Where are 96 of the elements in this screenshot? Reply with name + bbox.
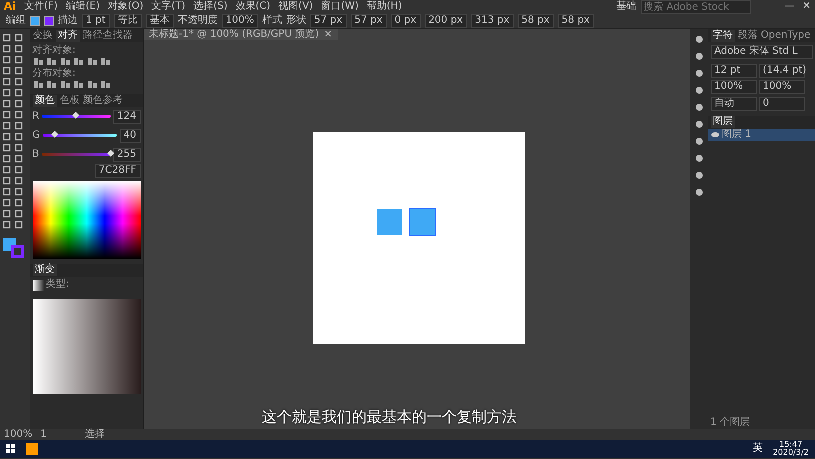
document-title: 未标题-1* @ 100% (RGB/GPU 预览) — [149, 28, 320, 40]
color-swatch[interactable] — [30, 16, 40, 26]
page-field[interactable]: 1 — [40, 428, 47, 440]
value-field[interactable]: 基本 — [146, 14, 174, 28]
panel-tab[interactable]: 段落 — [738, 30, 758, 42]
value-field[interactable]: 0 — [759, 96, 805, 110]
menu-item[interactable]: 窗口(W) — [317, 1, 363, 13]
panel-tab[interactable]: 色板 — [60, 94, 80, 106]
align-icon[interactable] — [73, 80, 84, 89]
control-label: 描边 — [58, 15, 78, 27]
align-icon[interactable] — [32, 80, 44, 89]
panel-tab[interactable]: 变换 — [33, 30, 53, 42]
menu-item[interactable]: 帮助(H) — [362, 1, 406, 13]
align-icon[interactable] — [46, 56, 57, 66]
value-field[interactable]: (14.4 pt) — [759, 64, 805, 78]
align-icon[interactable] — [60, 80, 70, 89]
menu-item[interactable]: 选择(S) — [190, 1, 232, 13]
clock[interactable]: 15:47 2020/3/2 — [773, 441, 809, 457]
align-icon[interactable] — [60, 56, 70, 66]
value-field[interactable]: 100% — [710, 80, 756, 94]
panel-tab[interactable]: 路径查找器 — [83, 30, 133, 42]
control-label: 编组 — [6, 15, 26, 27]
minimize-button[interactable]: — — [780, 1, 799, 13]
layer-name: 图层 1 — [722, 128, 752, 140]
channel-label: R — [32, 110, 40, 122]
value-field[interactable]: 12 pt — [710, 64, 756, 78]
channel-label: B — [32, 148, 40, 160]
font-field[interactable]: Adobe 宋体 Std L — [710, 44, 812, 58]
value-field[interactable]: 58 px — [518, 14, 554, 28]
panel-tab[interactable]: 对齐 — [56, 30, 80, 42]
panel-tab[interactable]: 颜色参考 — [83, 94, 123, 106]
value-field[interactable]: 100% — [222, 14, 258, 28]
value-field[interactable]: 124 — [113, 110, 140, 124]
type-label: 类型: — [46, 279, 70, 291]
slider-track[interactable] — [42, 115, 111, 118]
value-field[interactable]: 200 px — [424, 14, 468, 28]
clock-date: 2020/3/2 — [773, 449, 809, 457]
search-field[interactable]: 搜索 Adobe Stock — [640, 0, 751, 14]
section-label: 分布对象: — [32, 68, 77, 80]
value-field[interactable]: 0 px — [390, 14, 421, 28]
menu-item[interactable]: 效果(C) — [232, 1, 275, 13]
align-icon[interactable] — [86, 80, 98, 89]
windows-icon[interactable] — [6, 444, 16, 454]
panel-tab[interactable]: 图层 — [711, 116, 735, 128]
control-label: 样式 — [262, 15, 282, 27]
close-icon[interactable]: × — [324, 28, 332, 40]
align-icon[interactable] — [86, 56, 98, 66]
menu-item[interactable]: 对象(O) — [104, 1, 148, 13]
menu-item[interactable]: 视图(V) — [274, 1, 318, 13]
value-field[interactable]: 313 px — [471, 14, 514, 28]
eye-icon[interactable] — [710, 132, 720, 138]
document-tab[interactable]: 未标题-1* @ 100% (RGB/GPU 预览) × — [144, 29, 338, 40]
align-icon[interactable] — [100, 80, 111, 89]
align-icon[interactable] — [100, 56, 111, 66]
align-icon[interactable] — [32, 56, 44, 66]
clock-time: 15:47 — [780, 441, 803, 449]
fill-stroke-icon[interactable] — [2, 237, 26, 259]
close-button[interactable]: ✕ — [798, 1, 815, 13]
value-field[interactable]: 等比 — [114, 14, 142, 28]
channel-label: G — [32, 130, 40, 142]
zoom-field[interactable]: 100% — [4, 428, 33, 440]
control-label: 不透明度 — [178, 15, 218, 27]
slider-thumb[interactable] — [72, 112, 80, 120]
value-field[interactable]: 255 — [113, 148, 140, 162]
value-field[interactable]: 58 px — [558, 14, 594, 28]
menu-item[interactable]: 文件(F) — [20, 1, 62, 13]
menu-item[interactable]: 文字(T) — [148, 1, 190, 13]
tool-status: 选择 — [84, 428, 105, 440]
hex-field[interactable]: 7C28FF — [94, 164, 140, 178]
value-field[interactable]: 40 — [120, 128, 140, 142]
menu-item[interactable]: 编辑(E) — [62, 1, 104, 13]
subtitle: 这个就是我们的最基本的一个复制方法 — [262, 408, 517, 426]
layer-row[interactable]: 图层 1 — [708, 128, 815, 140]
value-field[interactable]: 57 px — [350, 14, 387, 28]
value-field[interactable]: 自动 — [710, 96, 756, 110]
value-field[interactable]: 57 px — [310, 14, 347, 28]
control-label: 形状 — [286, 15, 306, 27]
align-icon[interactable] — [46, 80, 57, 89]
align-icon[interactable] — [73, 56, 84, 66]
color-swatch[interactable] — [44, 16, 54, 26]
color-spectrum[interactable] — [32, 180, 140, 258]
panel-tab[interactable]: 颜色 — [33, 94, 57, 106]
slider-thumb[interactable] — [107, 150, 114, 158]
panel-tab[interactable]: OpenType — [761, 30, 811, 42]
app-logo: Ai — [3, 0, 18, 14]
ime-indicator[interactable]: 英 — [753, 443, 764, 455]
gradient-swatch[interactable] — [32, 280, 44, 290]
value-field[interactable]: 100% — [759, 80, 805, 94]
slider-thumb[interactable] — [51, 130, 58, 138]
workspace-switcher[interactable]: 基础 — [612, 1, 641, 13]
section-label: 对齐对象: — [32, 44, 77, 56]
slider-track[interactable] — [42, 134, 118, 137]
panel-tab[interactable]: 字符 — [711, 30, 735, 42]
value-field[interactable]: 1 pt — [82, 14, 110, 28]
layer-count: 1 个图层 — [710, 417, 752, 429]
panel-tab[interactable]: 渐变 — [33, 264, 57, 276]
